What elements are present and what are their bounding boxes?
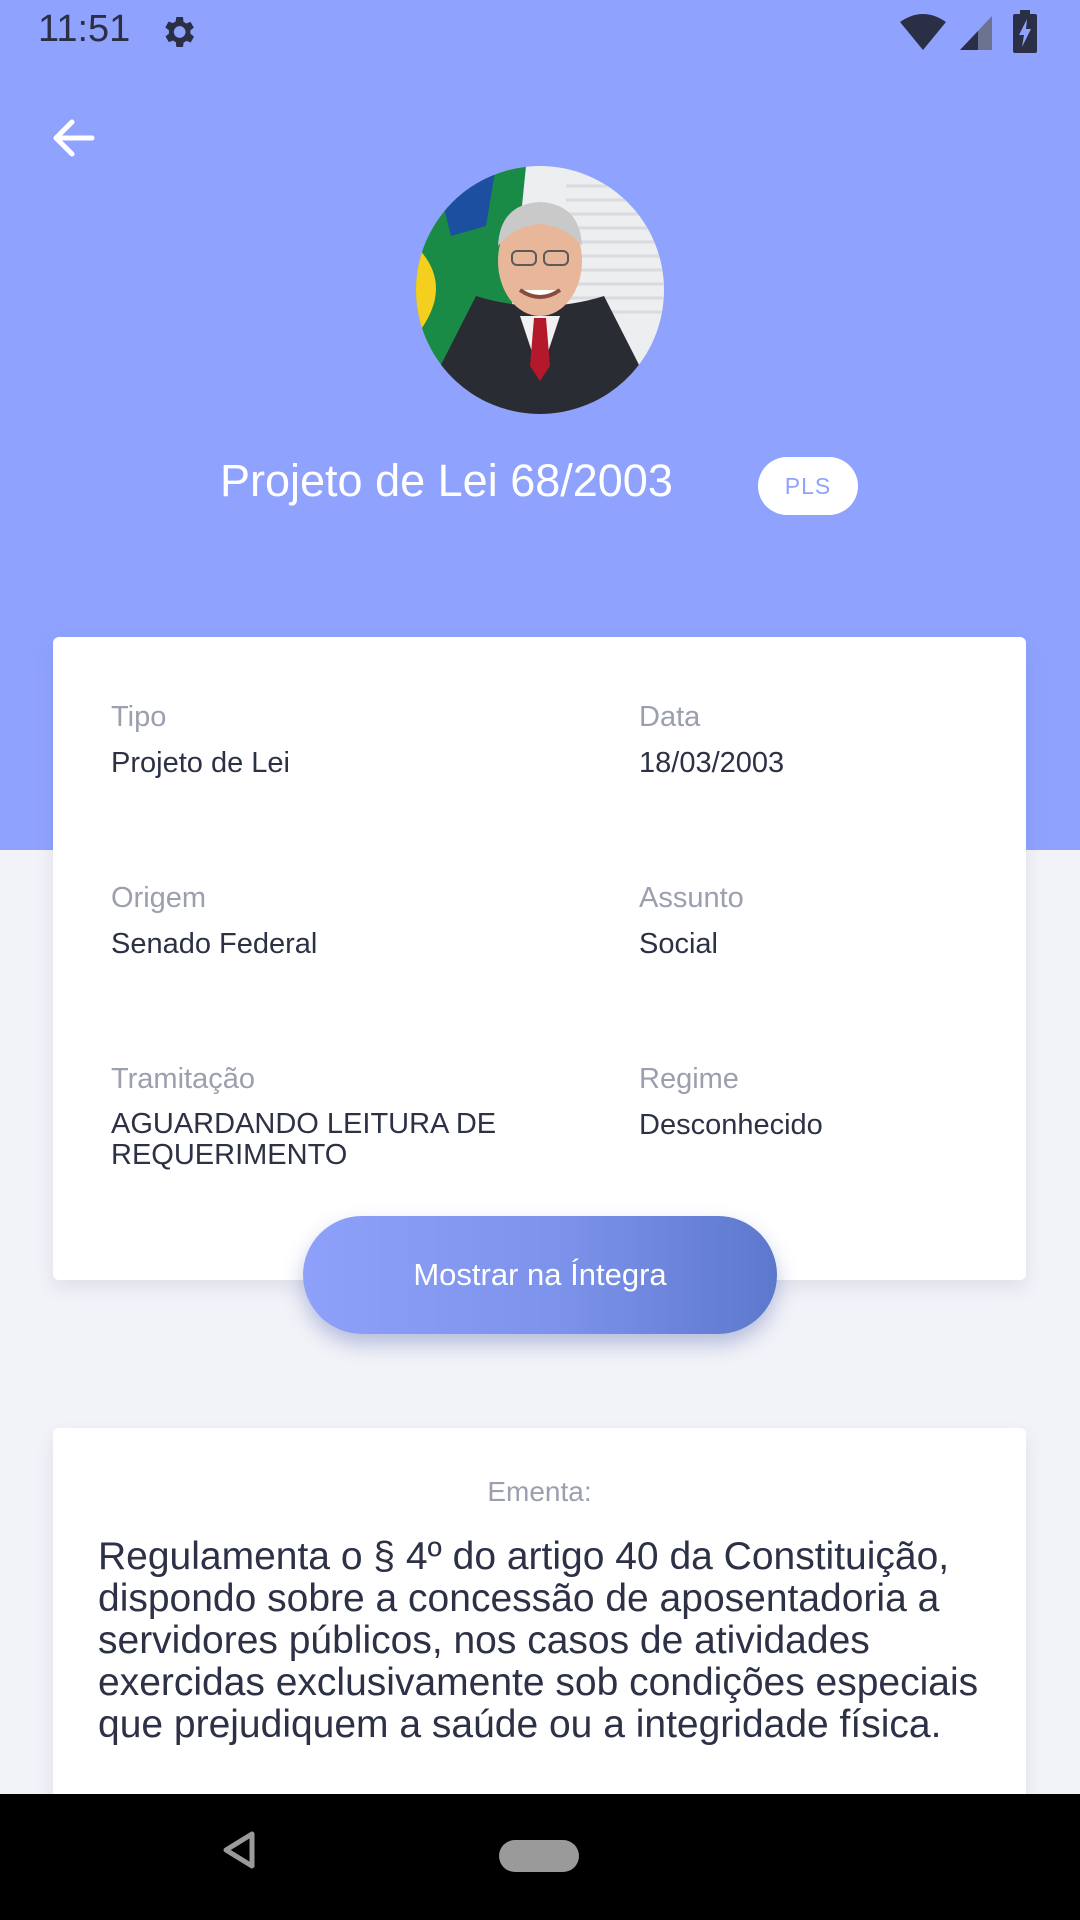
field-tramitacao: Tramitação AGUARDANDO LEITURA DE REQUERI…: [111, 1062, 571, 1171]
field-regime: Regime Desconhecido: [639, 1062, 1039, 1142]
field-value: Senado Federal: [111, 928, 318, 960]
field-label: Regime: [639, 1063, 739, 1095]
show-full-button[interactable]: Mostrar na Íntegra: [303, 1216, 777, 1334]
field-label: Tramitação: [111, 1063, 255, 1095]
details-card: Tipo Projeto de Lei Data 18/03/2003 Orig…: [53, 637, 1026, 1280]
author-avatar: [416, 166, 664, 414]
nav-back-icon[interactable]: [222, 1830, 256, 1870]
battery-charging-icon: [1013, 10, 1037, 53]
summary-text: Regulamenta o § 4º do artigo 40 da Const…: [98, 1535, 979, 1746]
page-title: Projeto de Lei 68/2003: [220, 455, 673, 506]
wifi-icon: [900, 14, 946, 50]
field-data: Data 18/03/2003: [639, 700, 1039, 780]
field-assunto: Assunto Social: [639, 881, 1039, 961]
back-arrow-icon[interactable]: [44, 108, 104, 168]
status-time: 11:51: [38, 8, 131, 50]
field-tipo: Tipo Projeto de Lei: [111, 700, 511, 780]
nav-home-icon[interactable]: [499, 1840, 579, 1872]
status-bar: 11:51: [0, 0, 1080, 64]
field-value: Projeto de Lei: [111, 747, 290, 779]
summary-label: Ementa:: [487, 1476, 592, 1507]
cell-signal-icon: [960, 16, 992, 50]
field-label: Tipo: [111, 701, 167, 733]
field-value: Desconhecido: [639, 1109, 823, 1141]
field-value: AGUARDANDO LEITURA DE REQUERIMENTO: [111, 1108, 497, 1171]
settings-gear-icon: [165, 17, 194, 47]
system-nav-bar: [0, 1794, 1080, 1920]
field-value: Social: [639, 928, 718, 960]
summary-card: Ementa: Regulamenta o § 4º do artigo 40 …: [53, 1428, 1026, 1828]
field-label: Data: [639, 701, 701, 733]
field-origem: Origem Senado Federal: [111, 881, 511, 961]
type-badge: PLS: [758, 457, 858, 515]
field-label: Assunto: [639, 882, 744, 914]
field-value: 18/03/2003: [639, 747, 785, 779]
field-label: Origem: [111, 882, 207, 914]
